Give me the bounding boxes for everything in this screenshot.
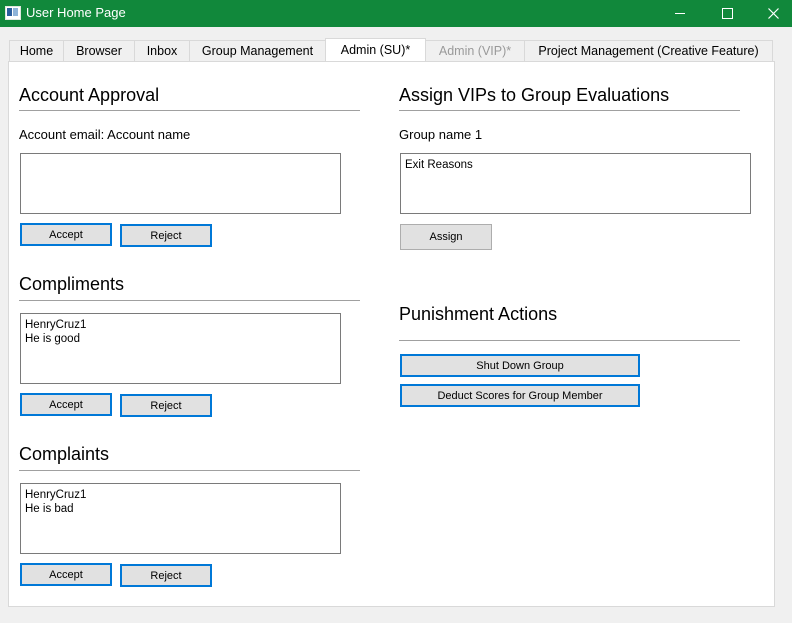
tab-admin-su[interactable]: Admin (SU)*	[325, 38, 426, 61]
minimize-button[interactable]	[657, 0, 703, 27]
compliments-reject-button[interactable]: Reject	[120, 394, 212, 417]
compliments-accept-button[interactable]: Accept	[20, 393, 112, 416]
complaints-textbox[interactable]: HenryCruz1 He is bad	[20, 483, 341, 554]
window-title: User Home Page	[26, 5, 126, 20]
account-approval-divider	[19, 110, 360, 111]
punishment-actions-divider	[399, 340, 740, 341]
group-name-label: Group name 1	[399, 127, 483, 142]
tab-inbox[interactable]: Inbox	[134, 40, 190, 61]
tab-project-management[interactable]: Project Management (Creative Feature)	[524, 40, 773, 61]
compliments-textbox[interactable]: HenryCruz1 He is good	[20, 313, 341, 384]
tab-home[interactable]: Home	[9, 40, 64, 61]
close-icon	[767, 8, 779, 19]
assign-vips-divider	[399, 110, 740, 111]
title-bar: User Home Page	[0, 0, 792, 27]
maximize-button[interactable]	[704, 0, 750, 27]
punishment-actions-title: Punishment Actions	[399, 304, 558, 324]
assign-button[interactable]: Assign	[400, 224, 492, 250]
shut-down-group-button[interactable]: Shut Down Group	[400, 354, 640, 377]
exit-reasons-textbox[interactable]: Exit Reasons	[400, 153, 751, 214]
account-approval-title: Account Approval	[19, 85, 160, 105]
admin-su-panel: Account Approval Account email: Account …	[8, 61, 775, 607]
close-button[interactable]	[750, 0, 792, 27]
complaints-divider	[19, 470, 360, 471]
complaints-title: Complaints	[19, 444, 110, 464]
account-reject-button[interactable]: Reject	[120, 224, 212, 247]
compliments-divider	[19, 300, 360, 301]
maximize-icon	[721, 8, 733, 19]
complaints-accept-button[interactable]: Accept	[20, 563, 112, 586]
deduct-scores-button[interactable]: Deduct Scores for Group Member	[400, 384, 640, 407]
app-window-icon	[5, 6, 21, 20]
complaints-reject-button[interactable]: Reject	[120, 564, 212, 587]
tab-browser[interactable]: Browser	[63, 40, 135, 61]
account-accept-button[interactable]: Accept	[20, 223, 112, 246]
compliments-title: Compliments	[19, 274, 125, 294]
assign-vips-title: Assign VIPs to Group Evaluations	[399, 85, 670, 105]
account-approval-textbox[interactable]	[20, 153, 341, 214]
minimize-icon	[675, 13, 685, 14]
tab-group-management[interactable]: Group Management	[189, 40, 326, 61]
account-email-label: Account email: Account name	[19, 127, 191, 142]
tab-admin-vip[interactable]: Admin (VIP)*	[425, 40, 525, 61]
